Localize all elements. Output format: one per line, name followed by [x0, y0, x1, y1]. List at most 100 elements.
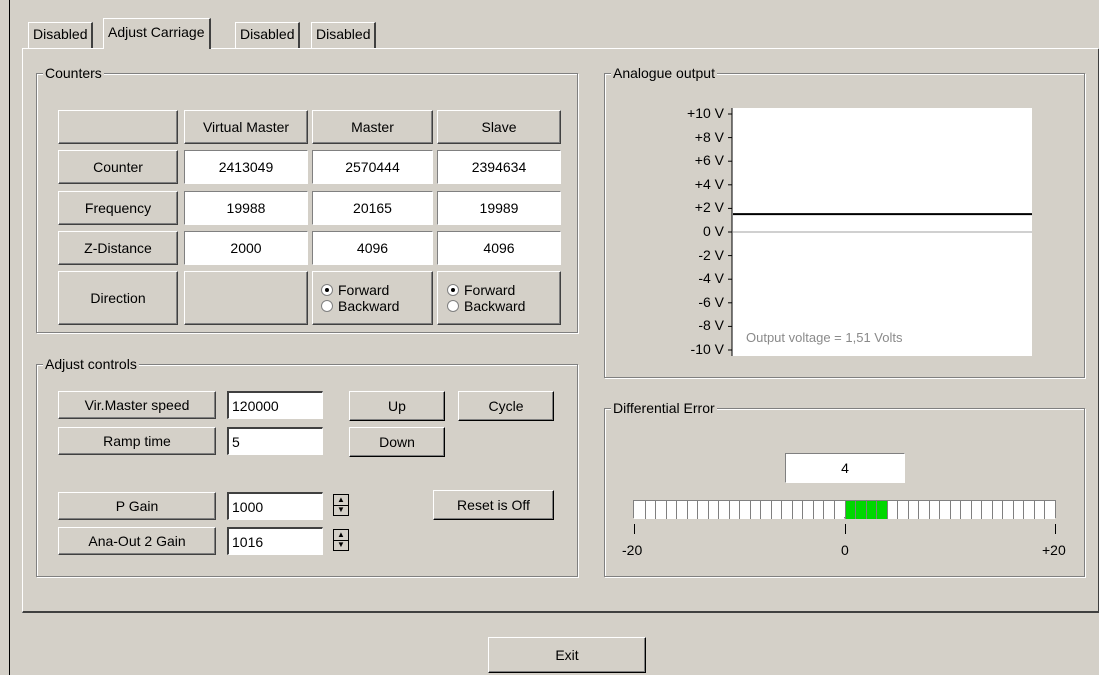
radio-selected-icon: [321, 284, 333, 296]
bar-segment: [644, 501, 656, 519]
row-label-counter: Counter: [58, 150, 178, 184]
bar-segment: [918, 501, 929, 519]
header-master: Master: [312, 110, 433, 144]
bar-segment: [802, 501, 813, 519]
exit-button[interactable]: Exit: [488, 637, 646, 673]
bar-segment: [1044, 501, 1055, 519]
bar-segment: [655, 501, 666, 519]
output-voltage-text: Output voltage = 1,51 Volts: [746, 330, 903, 345]
differential-error-bar: [633, 500, 1056, 519]
direction-master: Forward Backward: [312, 271, 433, 325]
differential-error-value: 4: [785, 453, 905, 483]
scale-label-max: +20: [1042, 542, 1066, 558]
radio-empty-icon: [321, 300, 333, 312]
slave-backward-radio[interactable]: Backward: [447, 298, 525, 314]
bar-segment: [960, 501, 971, 519]
counter-slave: 2394634: [437, 150, 561, 184]
bar-segment: [844, 501, 856, 519]
bar-segment: [907, 501, 919, 519]
spin-down-icon[interactable]: ▼: [334, 504, 348, 516]
header-slave: Slave: [437, 110, 561, 144]
bar-segment: [749, 501, 761, 519]
frequency-master: 20165: [312, 191, 433, 225]
bar-segment: [718, 501, 729, 519]
bar-segment: [707, 501, 719, 519]
bar-segment: [770, 501, 782, 519]
bar-segment: [823, 501, 834, 519]
z-distance-virtual-master: 2000: [184, 231, 308, 265]
bar-segment: [812, 501, 824, 519]
direction-slave: Forward Backward: [437, 271, 561, 325]
reset-button[interactable]: Reset is Off: [433, 490, 554, 520]
bar-segment: [665, 501, 677, 519]
tab-label: Disabled: [316, 26, 371, 42]
up-button[interactable]: Up: [349, 391, 445, 421]
bar-segment: [634, 501, 645, 519]
bar-segment: [686, 501, 698, 519]
scale-tick-zero: [845, 524, 846, 534]
analogue-output-title: Analogue output: [611, 65, 717, 81]
bar-segment: [886, 501, 898, 519]
bar-segment: [949, 501, 961, 519]
bar-segment: [791, 501, 803, 519]
exit-label: Exit: [555, 647, 579, 663]
frequency-virtual-master: 19988: [184, 191, 308, 225]
row-label-z-distance: Z-Distance: [58, 231, 178, 265]
scale-label-zero: 0: [841, 542, 849, 558]
counter-virtual-master: 2413049: [184, 150, 308, 184]
tab-disabled-3[interactable]: Disabled: [311, 22, 377, 48]
row-label-frequency: Frequency: [58, 191, 178, 225]
ana-out-gain-label: Ana-Out 2 Gain: [58, 527, 216, 555]
radio-label: Forward: [338, 282, 390, 298]
bar-segment: [897, 501, 908, 519]
bar-segment: [739, 501, 750, 519]
p-gain-spinner[interactable]: ▲ ▼: [333, 494, 349, 516]
ana-out-gain-input[interactable]: [227, 527, 323, 555]
bar-segment: [865, 501, 877, 519]
header-virtual-master: Virtual Master: [184, 110, 308, 144]
bar-segment: [939, 501, 950, 519]
cycle-button[interactable]: Cycle: [458, 391, 554, 421]
spin-down-icon[interactable]: ▼: [334, 539, 348, 551]
bar-segment: [876, 501, 887, 519]
bar-segment: [781, 501, 792, 519]
bar-segment: [833, 501, 845, 519]
spin-up-icon[interactable]: ▲: [334, 495, 348, 505]
tab-label: Adjust Carriage: [108, 24, 205, 40]
vir-master-speed-label: Vir.Master speed: [58, 391, 216, 419]
p-gain-input[interactable]: [227, 492, 323, 520]
ramp-time-input[interactable]: [227, 427, 323, 455]
frequency-slave: 19989: [437, 191, 561, 225]
bar-segment: [697, 501, 708, 519]
slave-forward-radio[interactable]: Forward: [447, 282, 515, 298]
spin-up-icon[interactable]: ▲: [334, 530, 348, 540]
tab-disabled-2[interactable]: Disabled: [235, 22, 301, 48]
radio-selected-icon: [447, 284, 459, 296]
tab-disabled-1[interactable]: Disabled: [28, 22, 94, 48]
radio-empty-icon: [447, 300, 459, 312]
y-axis-ticks: [728, 113, 732, 351]
bar-segment: [1002, 501, 1013, 519]
bar-segment: [991, 501, 1003, 519]
bar-segment: [1033, 501, 1045, 519]
row-label-direction: Direction: [58, 271, 178, 325]
bar-segment: [970, 501, 982, 519]
scale-tick-max: [1055, 524, 1056, 534]
header-cell-empty: [58, 110, 178, 144]
master-backward-radio[interactable]: Backward: [321, 298, 399, 314]
tab-adjust-carriage[interactable]: Adjust Carriage: [103, 18, 211, 49]
vir-master-speed-input[interactable]: [227, 391, 323, 419]
down-button[interactable]: Down: [349, 427, 445, 457]
bar-segment: [928, 501, 940, 519]
ana-out-gain-spinner[interactable]: ▲ ▼: [333, 529, 349, 551]
bar-segment: [760, 501, 771, 519]
radio-label: Forward: [464, 282, 516, 298]
analogue-chart: Output voltage = 1,51 Volts: [728, 108, 1032, 356]
differential-error-title: Differential Error: [611, 400, 717, 416]
counter-master: 2570444: [312, 150, 433, 184]
bar-segment: [981, 501, 992, 519]
bar-segment: [1012, 501, 1024, 519]
radio-label: Backward: [338, 298, 400, 314]
scale-label-min: -20: [622, 542, 643, 558]
master-forward-radio[interactable]: Forward: [321, 282, 389, 298]
